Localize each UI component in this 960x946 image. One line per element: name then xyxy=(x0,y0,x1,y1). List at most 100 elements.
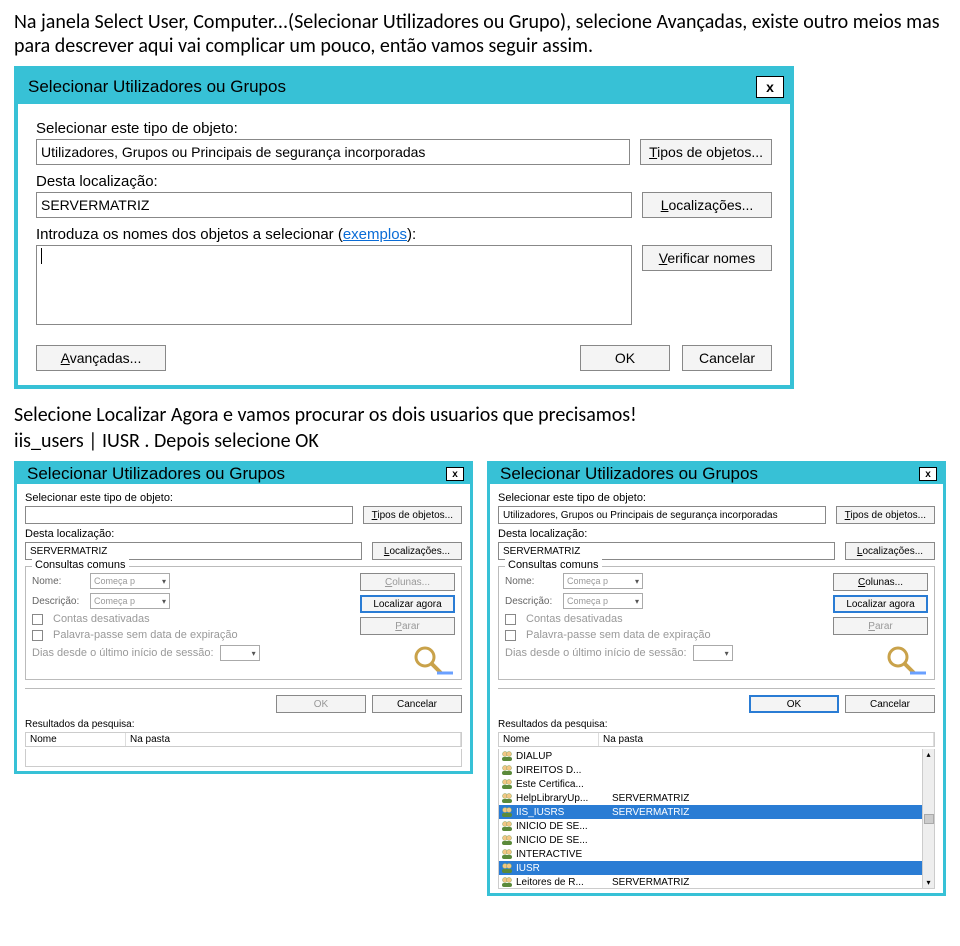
name-filter-input[interactable] xyxy=(176,573,354,589)
group-icon xyxy=(501,820,513,832)
cancel-button[interactable]: Cancelar xyxy=(372,695,462,713)
ok-button[interactable]: OK xyxy=(749,695,839,713)
close-icon[interactable]: x xyxy=(919,467,937,481)
table-row[interactable]: DIALUP xyxy=(499,749,934,763)
locations-button[interactable]: Localizações... xyxy=(845,542,935,560)
locations-button[interactable]: Localizações... xyxy=(642,192,772,218)
cancel-button[interactable]: Cancelar xyxy=(682,345,772,371)
location-field[interactable]: SERVERMATRIZ xyxy=(25,542,362,560)
find-now-button[interactable]: Localizar agora xyxy=(360,595,455,613)
object-type-label: Selecionar este tipo de objeto: xyxy=(498,492,935,504)
names-label: Introduza os nomes dos objetos a selecio… xyxy=(36,226,772,243)
advanced-button[interactable]: Avançadas... xyxy=(36,345,166,371)
object-type-field[interactable]: Utilizadores, Grupos ou Principais de se… xyxy=(498,506,826,524)
days-combo[interactable]: ▾ xyxy=(693,645,733,661)
desc-filter-label: Descrição: xyxy=(32,596,84,607)
location-field[interactable]: SERVERMATRIZ xyxy=(36,192,632,218)
location-field[interactable]: SERVERMATRIZ xyxy=(498,542,835,560)
name-filter-input[interactable] xyxy=(649,573,827,589)
col-folder[interactable]: Na pasta xyxy=(599,733,934,746)
disabled-accounts-label: Contas desativadas xyxy=(53,613,150,625)
no-expire-checkbox[interactable] xyxy=(505,630,516,641)
table-row[interactable]: INTERACTIVE xyxy=(499,847,934,861)
no-expire-checkbox[interactable] xyxy=(32,630,43,641)
disabled-accounts-checkbox[interactable] xyxy=(32,614,43,625)
no-expire-label: Palavra-passe sem data de expiração xyxy=(526,629,711,641)
table-row[interactable]: Leitores de R...SERVERMATRIZ xyxy=(499,875,934,889)
intro-paragraph-1: Na janela Select User, Computer...(Selec… xyxy=(14,10,946,58)
name-starts-combo[interactable]: Começa p▾ xyxy=(90,573,170,589)
check-names-button[interactable]: Verificar nomes xyxy=(642,245,772,271)
object-types-button[interactable]: Tipos de objetos... xyxy=(836,506,935,524)
object-type-field[interactable]: Utilizadores, Grupos ou Principais de se… xyxy=(25,506,353,524)
common-queries-group: Consultas comuns Nome: Começa p▾ Descriç… xyxy=(25,566,462,680)
close-icon[interactable]: x xyxy=(446,467,464,481)
ok-button[interactable]: OK xyxy=(580,345,670,371)
select-users-dialog-advanced-right: Selecionar Utilizadores ou Grupos x Sele… xyxy=(487,461,946,896)
close-icon[interactable]: x xyxy=(756,76,784,98)
disabled-accounts-label: Contas desativadas xyxy=(526,613,623,625)
desc-starts-combo[interactable]: Começa p▾ xyxy=(563,593,643,609)
row-folder: SERVERMATRIZ xyxy=(612,793,932,804)
results-label: Resultados da pesquisa: xyxy=(498,719,935,730)
stop-button[interactable]: Parar xyxy=(833,617,928,635)
col-name[interactable]: Nome xyxy=(26,733,126,746)
group-icon xyxy=(501,862,513,874)
group-legend: Consultas comuns xyxy=(32,559,129,571)
days-combo[interactable]: ▾ xyxy=(220,645,260,661)
group-icon xyxy=(501,778,513,790)
examples-link[interactable]: exemplos xyxy=(343,226,407,243)
ok-button[interactable]: OK xyxy=(276,695,366,713)
table-row[interactable]: DIREITOS D... xyxy=(499,763,934,777)
columns-button[interactable]: Colunas... xyxy=(833,573,928,591)
locations-button[interactable]: Localizações... xyxy=(372,542,462,560)
name-filter-label: Nome: xyxy=(32,576,84,587)
table-row[interactable]: HelpLibraryUp...SERVERMATRIZ xyxy=(499,791,934,805)
desc-filter-label: Descrição: xyxy=(505,596,557,607)
table-row[interactable]: IIS_IUSRSSERVERMATRIZ xyxy=(499,805,934,819)
row-name: INÍCIO DE SE... xyxy=(516,821,612,832)
stop-button[interactable]: Parar xyxy=(360,617,455,635)
chevron-down-icon: ▾ xyxy=(635,577,639,586)
days-since-label: Dias desde o último início de sessão: xyxy=(505,647,687,659)
table-row[interactable]: IUSR xyxy=(499,861,934,875)
cancel-button[interactable]: Cancelar xyxy=(845,695,935,713)
results-header: Nome Na pasta xyxy=(25,732,462,747)
object-types-button[interactable]: Tipos de objetos... xyxy=(640,139,772,165)
results-header: Nome Na pasta xyxy=(498,732,935,747)
chevron-down-icon: ▾ xyxy=(635,597,639,606)
scroll-down-icon[interactable]: ▾ xyxy=(926,878,930,887)
find-now-button[interactable]: Localizar agora xyxy=(833,595,928,613)
desc-filter-input[interactable] xyxy=(176,593,354,609)
name-filter-label: Nome: xyxy=(505,576,557,587)
location-label: Desta localização: xyxy=(498,528,935,540)
names-input[interactable] xyxy=(36,245,632,325)
scroll-up-icon[interactable]: ▴ xyxy=(926,750,930,759)
columns-button[interactable]: Colunas... xyxy=(360,573,455,591)
scroll-thumb[interactable] xyxy=(924,814,934,824)
titlebar: Selecionar Utilizadores ou Grupos x xyxy=(17,464,470,484)
row-name: INTERACTIVE xyxy=(516,849,612,860)
col-folder[interactable]: Na pasta xyxy=(126,733,461,746)
results-list[interactable]: ▴ ▾ DIALUPDIREITOS D...Este Certifica...… xyxy=(498,749,935,889)
row-name: IIS_IUSRS xyxy=(516,807,612,818)
name-starts-combo[interactable]: Começa p▾ xyxy=(563,573,643,589)
table-row[interactable]: Este Certifica... xyxy=(499,777,934,791)
results-label: Resultados da pesquisa: xyxy=(25,719,462,730)
select-users-dialog-advanced-left: Selecionar Utilizadores ou Grupos x Sele… xyxy=(14,461,473,774)
object-type-field[interactable]: Utilizadores, Grupos ou Principais de se… xyxy=(36,139,630,165)
location-label: Desta localização: xyxy=(25,528,462,540)
titlebar: Selecionar Utilizadores ou Grupos x xyxy=(18,70,790,104)
col-name[interactable]: Nome xyxy=(499,733,599,746)
desc-starts-combo[interactable]: Começa p▾ xyxy=(90,593,170,609)
chevron-down-icon: ▾ xyxy=(162,597,166,606)
object-types-button[interactable]: Tipos de objetos... xyxy=(363,506,462,524)
scrollbar[interactable]: ▴ ▾ xyxy=(922,749,934,888)
location-label: Desta localização: xyxy=(36,173,772,190)
disabled-accounts-checkbox[interactable] xyxy=(505,614,516,625)
desc-filter-input[interactable] xyxy=(649,593,827,609)
row-name: HelpLibraryUp... xyxy=(516,793,612,804)
table-row[interactable]: INÍCIO DE SE... xyxy=(499,819,934,833)
table-row[interactable]: INÍCIO DE SE... xyxy=(499,833,934,847)
group-icon xyxy=(501,750,513,762)
